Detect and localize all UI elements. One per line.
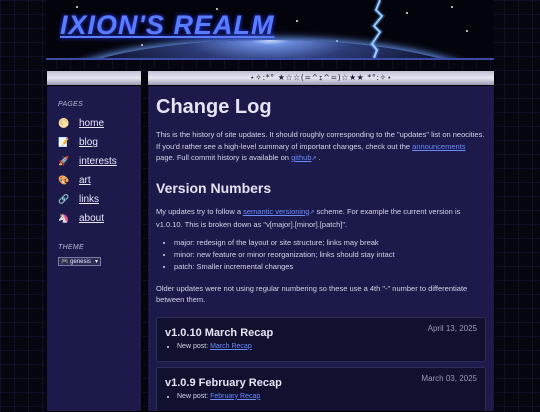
- nav-list: 🌕 home 📝 blog 🚀 interests 🎨 art 🔗 links 🦄 abou…: [47, 114, 141, 228]
- intro-paragraph: This is the history of site updates. It …: [156, 129, 486, 166]
- nav-link-interests[interactable]: interests: [79, 156, 117, 167]
- entry-date: April 13, 2025: [427, 323, 477, 333]
- entry-date: March 03, 2025: [421, 373, 477, 383]
- list-item: minor: new feature or minor reorganizati…: [174, 249, 486, 261]
- theme-select[interactable]: 🎮 genesis ▾: [58, 257, 101, 266]
- external-link-icon: ↗: [311, 156, 317, 162]
- external-link-icon: ↗: [309, 209, 315, 216]
- site-header: IXION'S REALM: [46, 0, 494, 60]
- star: [76, 6, 78, 8]
- announcements-link[interactable]: announcements: [412, 142, 465, 151]
- theme-select-value: 🎮 genesis: [61, 259, 91, 265]
- palette-icon: 🎨: [58, 175, 70, 185]
- planet-horizon: [46, 40, 494, 58]
- sidebar-titlebar: [47, 71, 141, 86]
- nav-item-home[interactable]: 🌕 home: [47, 114, 141, 133]
- nav-link-about[interactable]: about: [79, 213, 104, 224]
- changelog-entry: v1.0.10 March Recap April 13, 2025 New p…: [156, 316, 486, 362]
- nav-item-interests[interactable]: 🚀 interests: [47, 152, 141, 171]
- nav-item-blog[interactable]: 📝 blog: [47, 133, 141, 152]
- list-item: New post: February Recap: [177, 393, 477, 400]
- nav-link-blog[interactable]: blog: [79, 137, 98, 148]
- lightning-icon: [368, 0, 386, 58]
- older-updates-note: Older updates were not using regular num…: [156, 283, 468, 305]
- nav-link-links[interactable]: links: [79, 194, 99, 205]
- version-rules-list: major: redesign of the layout or site st…: [156, 237, 486, 273]
- page-title: Change Log: [156, 96, 272, 118]
- link-icon: 🔗: [58, 194, 70, 204]
- intro-text-2: page. Full commit history is available o…: [156, 153, 289, 162]
- post-link[interactable]: February Recap: [210, 393, 260, 400]
- moon-icon: 🌕: [58, 118, 70, 128]
- star: [406, 12, 408, 14]
- list-item: patch: Smaller incremental changes: [174, 261, 486, 273]
- theme-heading: THEME: [58, 244, 84, 251]
- entry-item-prefix: New post:: [177, 392, 209, 400]
- nav-link-home[interactable]: home: [79, 118, 104, 129]
- star: [141, 44, 143, 46]
- main-content: Change Log This is the history of site u…: [148, 96, 494, 411]
- nav-item-links[interactable]: 🔗 links: [47, 190, 141, 209]
- nav-item-about[interactable]: 🦄 about: [47, 209, 141, 228]
- intro-text-3: .: [318, 153, 321, 162]
- star: [451, 6, 453, 8]
- chevron-down-icon: ▾: [94, 259, 98, 265]
- main-panel: ⋆✧:*° ★☆☆(=^ｪ^=)☆★★ *°:✧⋆ Change Log Thi…: [147, 70, 495, 412]
- version-numbers-heading: Version Numbers: [156, 179, 272, 196]
- nav-item-art[interactable]: 🎨 art: [47, 171, 141, 190]
- post-link[interactable]: March Recap: [210, 343, 252, 350]
- star: [466, 30, 468, 32]
- semantic-versioning-link[interactable]: semantic versioning: [243, 207, 309, 216]
- entry-list: New post: February Recap: [165, 393, 477, 400]
- versioning-paragraph: My updates try to follow a semantic vers…: [156, 206, 486, 231]
- star: [296, 20, 298, 22]
- entry-item-prefix: New post:: [177, 342, 209, 350]
- entry-list: New post: March Recap: [165, 343, 477, 350]
- site-title[interactable]: IXION'S REALM: [60, 10, 274, 41]
- pages-heading: PAGES: [58, 101, 84, 108]
- list-item: major: redesign of the layout or site st…: [174, 237, 486, 249]
- github-link[interactable]: github: [291, 153, 311, 162]
- sidebar: PAGES 🌕 home 📝 blog 🚀 interests 🎨 art 🔗 links…: [46, 70, 142, 412]
- main-banner: ⋆✧:*° ★☆☆(=^ｪ^=)☆★★ *°:✧⋆: [148, 71, 494, 86]
- notepad-icon: 📝: [58, 137, 70, 147]
- rocket-icon: 🚀: [58, 156, 70, 166]
- versioning-text-1: My updates try to follow a: [156, 206, 242, 216]
- list-item: New post: March Recap: [177, 343, 477, 350]
- nav-link-art[interactable]: art: [79, 175, 91, 186]
- unicorn-icon: 🦄: [58, 213, 70, 223]
